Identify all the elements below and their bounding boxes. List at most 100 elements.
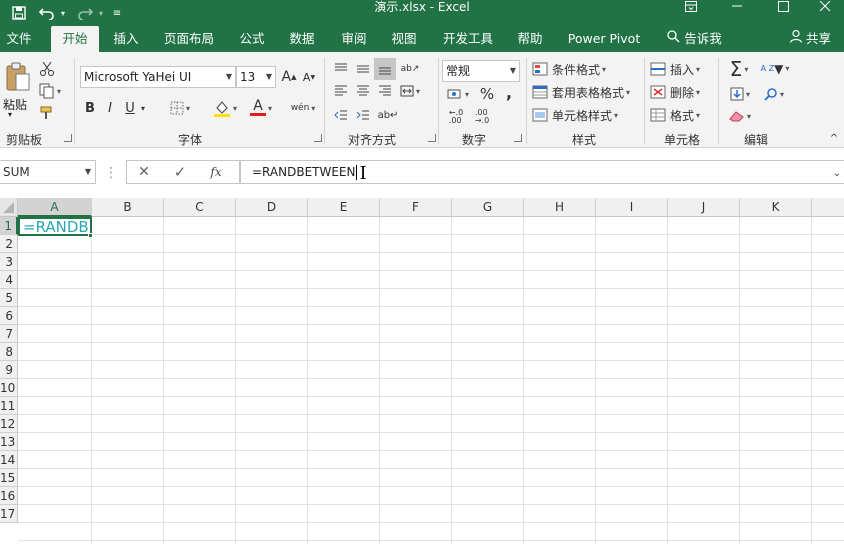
column-header-a[interactable]: A [18, 198, 92, 217]
decrease-font-size-icon[interactable]: A ▼ [300, 66, 318, 88]
borders-icon[interactable]: ▾ [166, 98, 194, 118]
conditional-formatting-button[interactable]: 条件格式 ▾ [532, 60, 632, 78]
row-header-7[interactable]: 7 [0, 325, 18, 343]
column-header-f[interactable]: F [380, 198, 452, 217]
align-bottom-icon[interactable] [374, 58, 396, 80]
column-header-h[interactable]: H [524, 198, 596, 217]
tab-developer[interactable]: 开发工具 [436, 26, 500, 52]
increase-indent-icon[interactable] [354, 106, 372, 124]
row-header-13[interactable]: 13 [0, 433, 18, 451]
number-format-select[interactable]: 常规 ▼ [442, 60, 520, 82]
format-as-table-button[interactable]: 套用表格格式 ▾ [532, 83, 636, 101]
align-top-icon[interactable] [332, 60, 350, 78]
tab-formulas[interactable]: 公式 [232, 26, 272, 52]
column-header-c[interactable]: C [164, 198, 236, 217]
align-center-icon[interactable] [354, 82, 372, 100]
row-header-1[interactable]: 1 [0, 217, 18, 235]
share-button[interactable]: 共享 [784, 26, 836, 52]
wrap-text-icon[interactable]: ab↵ [378, 106, 399, 124]
cut-icon[interactable] [38, 60, 56, 78]
tab-home[interactable]: 开始 [51, 26, 99, 52]
row-header-15[interactable]: 15 [0, 469, 18, 487]
find-select-icon[interactable]: ▾ [760, 84, 788, 104]
font-size-select[interactable]: 13 ▼ [236, 66, 276, 88]
expand-formula-bar-icon[interactable]: ⌄ [830, 164, 844, 182]
row-header-12[interactable]: 12 [0, 415, 18, 433]
row-header-6[interactable]: 6 [0, 307, 18, 325]
row-header-11[interactable]: 11 [0, 397, 18, 415]
tab-page-layout[interactable]: 页面布局 [157, 26, 221, 52]
format-cells-button[interactable]: 格式 ▾ [650, 106, 712, 124]
increase-decimal-icon[interactable]: ←.0.00 [446, 108, 466, 126]
fill-icon[interactable]: ▾ [726, 84, 754, 104]
tab-data[interactable]: 数据 [282, 26, 322, 52]
fill-color-icon[interactable]: ▾ [210, 96, 240, 120]
tell-me[interactable]: 告诉我 [662, 26, 726, 52]
percent-button[interactable]: % [478, 84, 496, 104]
chevron-down-icon[interactable]: ▼ [85, 161, 91, 183]
decrease-decimal-icon[interactable]: .00 →.0 [472, 108, 492, 126]
number-launcher-icon[interactable] [514, 134, 522, 142]
tab-help[interactable]: 帮助 [510, 26, 550, 52]
row-header-3[interactable]: 3 [0, 253, 18, 271]
column-header-j[interactable]: J [668, 198, 740, 217]
copy-icon[interactable]: ▾ [38, 82, 62, 100]
fill-handle[interactable] [88, 233, 93, 238]
decrease-indent-icon[interactable] [332, 106, 350, 124]
row-header-17[interactable]: 17 [0, 505, 18, 523]
sort-filter-icon[interactable]: A Z ▼ ▾ [760, 58, 790, 80]
formula-input[interactable]: =RANDBETWEEN [240, 160, 844, 184]
clipboard-launcher-icon[interactable] [64, 134, 72, 142]
column-header-k[interactable]: K [740, 198, 812, 217]
worksheet-grid[interactable]: A B C D E F G H I J K 1 2 3 4 5 6 7 8 9 … [0, 198, 844, 544]
column-header-d[interactable]: D [236, 198, 308, 217]
clear-icon[interactable]: ▾ [726, 106, 754, 126]
underline-dropdown-icon[interactable]: ▾ [138, 98, 148, 118]
row-header-5[interactable]: 5 [0, 289, 18, 307]
tab-insert[interactable]: 插入 [104, 26, 148, 52]
orientation-icon[interactable]: ab↗ [400, 58, 420, 80]
column-header-b[interactable]: B [92, 198, 164, 217]
active-cell-a1[interactable]: =RANDBETWEEN [18, 217, 92, 236]
comma-button[interactable]: , [500, 82, 518, 102]
cell-styles-button[interactable]: 单元格样式 ▾ [532, 106, 632, 124]
paste-label[interactable]: 粘贴 [3, 96, 27, 113]
italic-button[interactable]: I [102, 98, 118, 118]
paste-icon[interactable] [3, 60, 33, 94]
delete-cells-button[interactable]: 删除 ▾ [650, 83, 712, 101]
tab-review[interactable]: 审阅 [334, 26, 374, 52]
font-name-select[interactable]: Microsoft YaHei UI ▼ [80, 66, 236, 88]
format-painter-icon[interactable] [38, 104, 56, 122]
tab-file[interactable]: 文件 [0, 26, 38, 52]
increase-font-size-icon[interactable]: A ▲ [280, 66, 298, 88]
select-all-button[interactable] [0, 198, 18, 217]
column-header-i[interactable]: I [596, 198, 668, 217]
row-header-16[interactable]: 16 [0, 487, 18, 505]
column-header-g[interactable]: G [452, 198, 524, 217]
restore-icon[interactable] [760, 0, 806, 26]
row-header-8[interactable]: 8 [0, 343, 18, 361]
cancel-icon[interactable]: ✕ [133, 163, 155, 181]
close-icon[interactable] [806, 0, 844, 26]
bold-button[interactable]: B [82, 98, 98, 118]
font-color-icon[interactable]: A ▾ [246, 96, 276, 120]
column-header-e[interactable]: E [308, 198, 380, 217]
tab-view[interactable]: 视图 [384, 26, 424, 52]
underline-button[interactable]: U [122, 98, 138, 118]
align-middle-icon[interactable] [354, 60, 372, 78]
autosum-icon[interactable]: Σ ▾ [724, 57, 754, 81]
row-header-10[interactable]: 10 [0, 379, 18, 397]
row-header-4[interactable]: 4 [0, 271, 18, 289]
align-right-icon[interactable] [376, 82, 394, 100]
row-header-9[interactable]: 9 [0, 361, 18, 379]
row-header-2[interactable]: 2 [0, 235, 18, 253]
insert-cells-button[interactable]: 插入 ▾ [650, 60, 712, 78]
collapse-ribbon-icon[interactable]: ^ [828, 132, 840, 144]
alignment-launcher-icon[interactable] [428, 134, 436, 142]
insert-function-icon[interactable]: fx [205, 163, 227, 181]
merge-center-icon[interactable]: ▾ [398, 82, 422, 100]
minimize-icon[interactable] [714, 0, 760, 26]
row-header-14[interactable]: 14 [0, 451, 18, 469]
ribbon-display-icon[interactable] [668, 0, 714, 26]
phonetic-guide-icon[interactable]: wén ▾ [288, 96, 318, 120]
